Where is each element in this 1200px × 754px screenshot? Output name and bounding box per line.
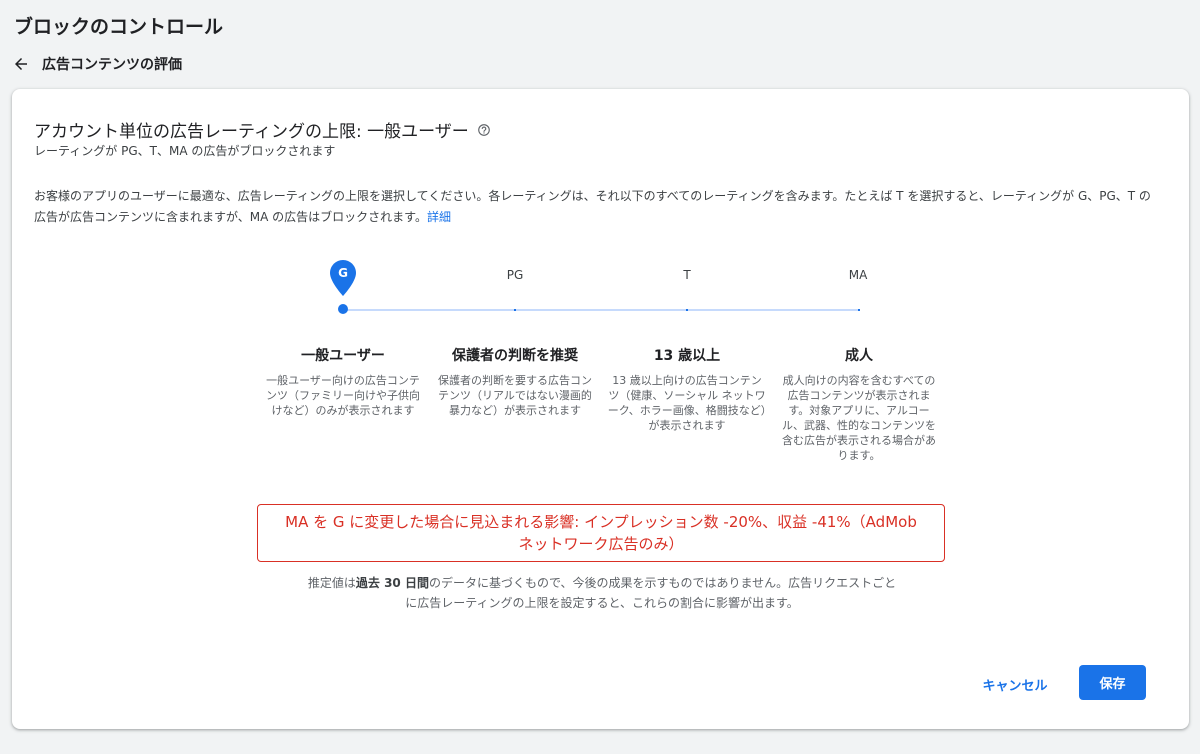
page-title: ブロックのコントロール	[14, 16, 224, 38]
level-mature: 成人 成人向けの内容を含むすべての広告コンテンツが表示されます。対象アプリに、ア…	[779, 345, 939, 463]
slider-track[interactable]	[343, 309, 859, 311]
level-parental: 保護者の判断を推奨 保護者の判断を要する広告コンテンツ（リアルではない漫画的暴力…	[435, 345, 595, 418]
level-title: 成人	[845, 348, 873, 364]
level-teen: 13 歳以上 13 歳以上向けの広告コンテンツ（健康、ソーシャル ネットワーク、…	[607, 345, 767, 433]
level-title: 一般ユーザー	[301, 348, 385, 364]
level-desc: 保護者の判断を要する広告コンテンツ（リアルではない漫画的暴力など）が表示されます	[438, 374, 592, 417]
impact-warning: MA を G に変更した場合に見込まれる影響: インプレッション数 -20%、収…	[257, 504, 945, 562]
note-after: のデータに基づくもので、今後の成果を示すものではありません。広告リクエストごとに…	[405, 576, 897, 610]
level-desc: 一般ユーザー向けの広告コンテンツ（ファミリー向けや子供向けなど）のみが表示されま…	[266, 374, 420, 417]
slider-pin-label: G	[338, 266, 348, 280]
level-desc: 成人向けの内容を含むすべての広告コンテンツが表示されます。対象アプリに、アルコー…	[782, 374, 936, 462]
slider-thumb[interactable]	[338, 304, 348, 314]
level-general: 一般ユーザー 一般ユーザー向けの広告コンテンツ（ファミリー向けや子供向けなど）の…	[263, 345, 423, 418]
arrow-back-icon[interactable]	[12, 55, 30, 73]
slider-step-t[interactable]: T	[657, 268, 717, 282]
slider-step-ma[interactable]: MA	[828, 268, 888, 282]
slider-step-pg[interactable]: PG	[485, 268, 545, 282]
save-button[interactable]: 保存	[1079, 665, 1146, 700]
back-row: 広告コンテンツの評価	[12, 54, 182, 74]
rating-slider[interactable]: G PG T MA	[12, 89, 1189, 489]
slider-tick-t	[686, 309, 688, 311]
note-before: 推定値は	[307, 576, 356, 590]
impact-text: MA を G に変更した場合に見込まれる影響: インプレッション数 -20%、収…	[285, 513, 917, 553]
estimate-note: 推定値は過去 30 日間のデータに基づくもので、今後の成果を示すものではありませ…	[307, 573, 897, 613]
rating-card: アカウント単位の広告レーティングの上限: 一般ユーザー レーティングが PG、T…	[12, 89, 1189, 729]
level-title: 保護者の判断を推奨	[452, 348, 578, 364]
slider-tick-pg	[514, 309, 516, 311]
note-bold: 過去 30 日間	[355, 576, 429, 590]
back-label: 広告コンテンツの評価	[42, 57, 182, 73]
level-title: 13 歳以上	[653, 348, 721, 364]
slider-tick-ma	[858, 309, 860, 311]
level-desc: 13 歳以上向けの広告コンテンツ（健康、ソーシャル ネットワーク、ホラー画像、格…	[607, 374, 767, 432]
cancel-button[interactable]: キャンセル	[978, 667, 1052, 701]
